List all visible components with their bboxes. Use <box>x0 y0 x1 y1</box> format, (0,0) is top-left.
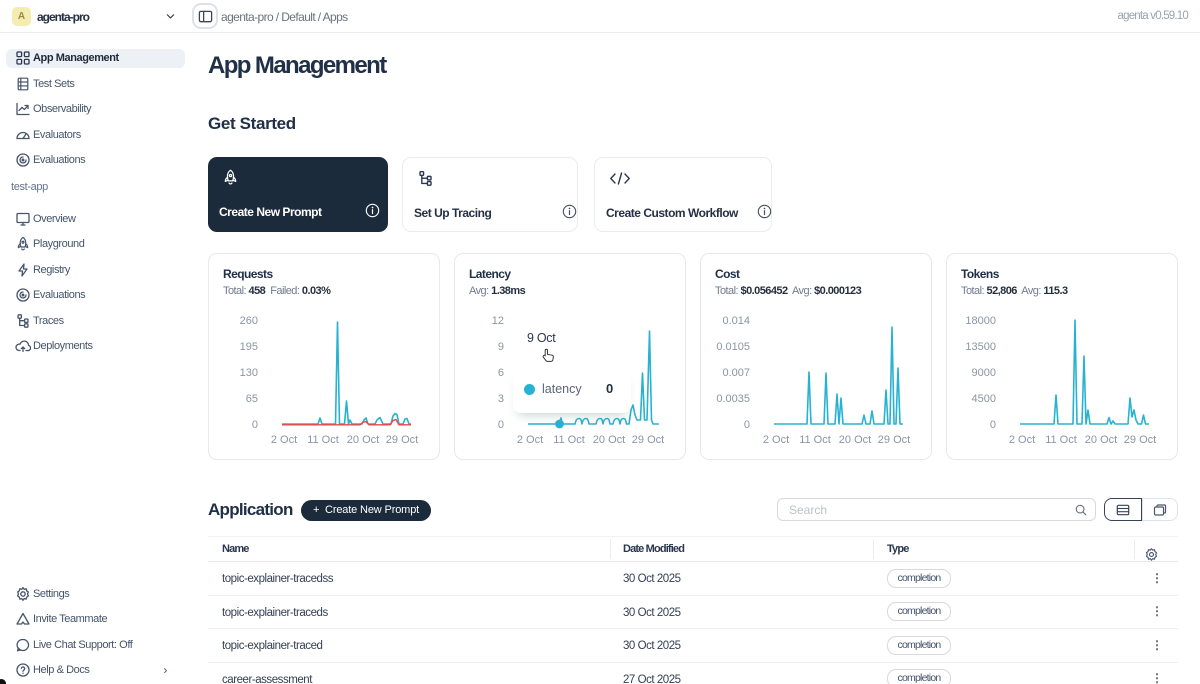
svg-text:2 Oct: 2 Oct <box>271 434 297 446</box>
svg-text:29 Oct: 29 Oct <box>878 434 910 446</box>
svg-text:0: 0 <box>498 419 504 431</box>
svg-text:195: 195 <box>240 341 258 353</box>
svg-text:2 Oct: 2 Oct <box>763 434 789 446</box>
svg-text:9000: 9000 <box>972 367 996 379</box>
svg-text:0: 0 <box>744 419 750 431</box>
svg-text:65: 65 <box>246 393 258 405</box>
svg-text:11 Oct: 11 Oct <box>1045 434 1077 446</box>
svg-text:0: 0 <box>990 419 996 431</box>
svg-text:9: 9 <box>498 341 504 353</box>
svg-text:11 Oct: 11 Oct <box>553 434 585 446</box>
svg-text:0.007: 0.007 <box>722 367 750 379</box>
svg-text:29 Oct: 29 Oct <box>1124 434 1156 446</box>
svg-text:20 Oct: 20 Oct <box>593 434 625 446</box>
svg-text:20 Oct: 20 Oct <box>347 434 379 446</box>
svg-text:13500: 13500 <box>965 341 996 353</box>
svg-text:0.0035: 0.0035 <box>716 393 750 405</box>
svg-text:18000: 18000 <box>965 315 996 327</box>
svg-text:20 Oct: 20 Oct <box>839 434 871 446</box>
svg-text:130: 130 <box>240 367 258 379</box>
svg-text:12: 12 <box>492 315 504 327</box>
svg-text:11 Oct: 11 Oct <box>799 434 831 446</box>
svg-text:0.0105: 0.0105 <box>716 341 750 353</box>
svg-text:29 Oct: 29 Oct <box>632 434 664 446</box>
svg-text:0.014: 0.014 <box>722 315 750 327</box>
svg-text:2 Oct: 2 Oct <box>517 434 543 446</box>
svg-text:260: 260 <box>240 315 258 327</box>
svg-text:20 Oct: 20 Oct <box>1085 434 1117 446</box>
svg-text:3: 3 <box>498 393 504 405</box>
svg-text:2 Oct: 2 Oct <box>1009 434 1035 446</box>
svg-text:6: 6 <box>498 367 504 379</box>
svg-text:11 Oct: 11 Oct <box>307 434 339 446</box>
svg-text:29 Oct: 29 Oct <box>386 434 418 446</box>
svg-text:0: 0 <box>252 419 258 431</box>
svg-text:4500: 4500 <box>972 393 996 405</box>
